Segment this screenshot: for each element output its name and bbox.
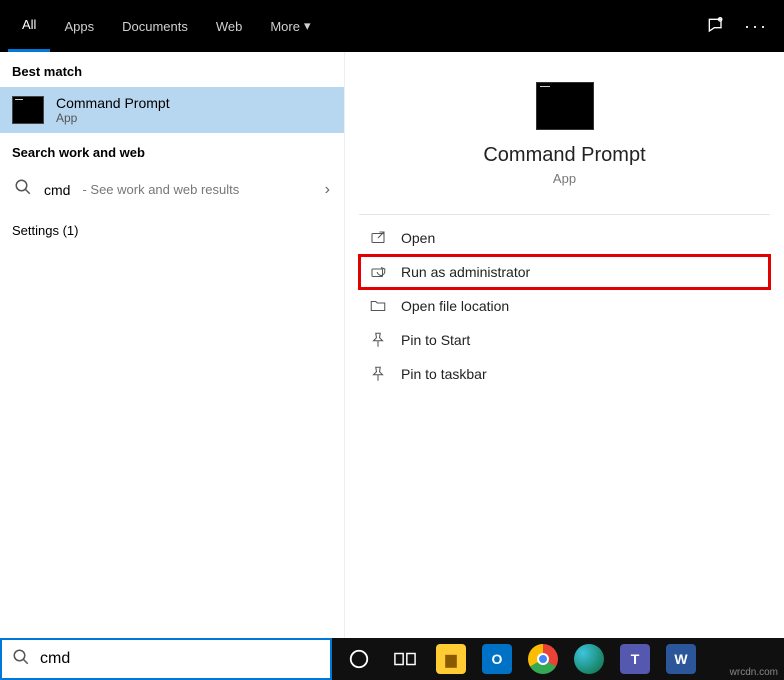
search-input[interactable] xyxy=(40,650,320,668)
preview-title: Command Prompt xyxy=(349,144,780,167)
action-open-loc-label: Open file location xyxy=(401,298,509,314)
tab-more-label: More xyxy=(270,19,300,34)
preview-command-prompt-icon xyxy=(536,82,594,130)
search-box[interactable] xyxy=(0,638,332,680)
action-pin-to-taskbar[interactable]: Pin to taskbar xyxy=(349,357,780,391)
teams-icon[interactable]: T xyxy=(614,638,656,680)
search-tabs: All Apps Documents Web More ▾ ··· xyxy=(0,0,784,52)
action-open[interactable]: Open xyxy=(349,221,780,255)
web-result-label: cmd xyxy=(44,182,70,198)
search-icon xyxy=(14,178,32,201)
results-column: Best match Command Prompt App Search wor… xyxy=(0,52,345,638)
web-result-cmd[interactable]: cmd - See work and web results › xyxy=(0,168,344,211)
open-icon xyxy=(369,229,387,247)
pin-icon xyxy=(369,331,387,349)
pin-taskbar-icon xyxy=(369,365,387,383)
settings-results-label[interactable]: Settings (1) xyxy=(0,211,344,250)
file-explorer-icon[interactable]: ▆ xyxy=(430,638,472,680)
action-run-admin-label: Run as administrator xyxy=(401,264,530,280)
action-pin-taskbar-label: Pin to taskbar xyxy=(401,366,487,382)
action-open-file-location[interactable]: Open file location xyxy=(349,289,780,323)
preview-subtitle: App xyxy=(349,171,780,186)
folder-icon xyxy=(369,297,387,315)
action-pin-start-label: Pin to Start xyxy=(401,332,470,348)
action-pin-to-start[interactable]: Pin to Start xyxy=(349,323,780,357)
cortana-icon[interactable] xyxy=(338,638,380,680)
chevron-down-icon: ▾ xyxy=(304,18,311,34)
divider xyxy=(359,214,770,215)
more-options-icon[interactable]: ··· xyxy=(736,6,776,46)
feedback-icon[interactable] xyxy=(696,6,736,46)
command-prompt-icon xyxy=(12,96,44,124)
tab-apps[interactable]: Apps xyxy=(50,0,108,52)
tab-all[interactable]: All xyxy=(8,0,50,52)
start-search-panel: All Apps Documents Web More ▾ ··· Best m… xyxy=(0,0,784,638)
result-text: Command Prompt App xyxy=(56,95,170,125)
best-match-label: Best match xyxy=(0,52,344,87)
edge-icon[interactable] xyxy=(568,638,610,680)
tab-documents[interactable]: Documents xyxy=(108,0,202,52)
tab-web[interactable]: Web xyxy=(202,0,257,52)
search-icon xyxy=(12,648,30,671)
action-run-as-administrator[interactable]: Run as administrator xyxy=(359,255,770,289)
taskbar: ▆ O T W xyxy=(332,638,784,680)
main-area: Best match Command Prompt App Search wor… xyxy=(0,52,784,638)
chevron-right-icon: › xyxy=(325,181,330,199)
search-work-web-label: Search work and web xyxy=(0,133,344,168)
result-subtitle: App xyxy=(56,111,170,125)
web-result-hint: - See work and web results xyxy=(82,182,239,197)
outlook-icon[interactable]: O xyxy=(476,638,518,680)
result-command-prompt[interactable]: Command Prompt App xyxy=(0,87,344,133)
admin-shield-icon xyxy=(369,263,387,281)
tab-more[interactable]: More ▾ xyxy=(256,0,324,52)
result-title: Command Prompt xyxy=(56,95,170,111)
word-icon[interactable]: W xyxy=(660,638,702,680)
chrome-icon[interactable] xyxy=(522,638,564,680)
task-view-icon[interactable] xyxy=(384,638,426,680)
preview-column: Command Prompt App Open Run as administr… xyxy=(349,60,780,634)
watermark: wrcdn.com xyxy=(730,667,778,678)
action-open-label: Open xyxy=(401,230,435,246)
